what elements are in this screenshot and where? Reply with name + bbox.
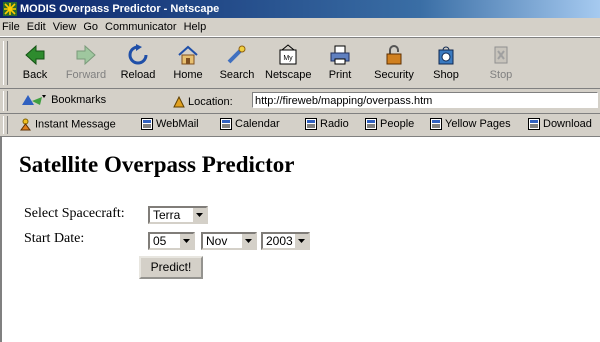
home-button[interactable]: Home bbox=[165, 40, 211, 86]
reload-icon bbox=[128, 44, 148, 65]
location-toolbar: Bookmarks Location: http://fireweb/mappi… bbox=[0, 89, 600, 114]
spacecraft-label: Select Spacecraft: bbox=[24, 206, 125, 221]
personal-toolbar: Instant Message WebMail Calendar Radio P… bbox=[0, 114, 600, 137]
forward-button[interactable]: Forward bbox=[63, 40, 109, 86]
browser-window: MODIS Overpass Predictor - Netscape File… bbox=[0, 0, 600, 342]
page-content: Satellite Overpass Predictor Select Spac… bbox=[0, 137, 600, 342]
year-value: 2003 bbox=[266, 234, 293, 248]
location-page-icon bbox=[173, 95, 185, 108]
spacecraft-select[interactable]: Terra bbox=[148, 206, 208, 224]
day-select[interactable]: 05 bbox=[148, 232, 195, 250]
bookmark-page-icon bbox=[141, 118, 153, 131]
search-icon bbox=[227, 45, 246, 64]
home-label: Home bbox=[173, 69, 203, 81]
menu-file[interactable]: File bbox=[0, 18, 24, 36]
spacecraft-value: Terra bbox=[153, 208, 181, 222]
day-value: 05 bbox=[153, 234, 167, 248]
year-select[interactable]: 2003 bbox=[261, 232, 310, 250]
predict-button[interactable]: Predict! bbox=[139, 256, 203, 279]
window-title: MODIS Overpass Predictor - Netscape bbox=[20, 3, 220, 15]
title-bar: MODIS Overpass Predictor - Netscape bbox=[0, 0, 600, 18]
back-label: Back bbox=[22, 69, 48, 81]
netscape-app-icon bbox=[3, 2, 17, 16]
bookmarks-button[interactable]: Bookmarks bbox=[20, 93, 106, 107]
reload-button[interactable]: Reload bbox=[115, 40, 161, 86]
menu-go[interactable]: Go bbox=[80, 18, 102, 36]
stop-label: Stop bbox=[489, 69, 513, 81]
chevron-down-icon[interactable] bbox=[179, 234, 193, 248]
netscape-icon: My bbox=[279, 44, 297, 65]
webmail-label: WebMail bbox=[156, 118, 199, 130]
webmail-link[interactable]: WebMail bbox=[141, 118, 199, 131]
toolbar-grip[interactable] bbox=[3, 41, 8, 85]
printer-icon bbox=[330, 45, 350, 65]
start-date-label: Start Date: bbox=[24, 231, 85, 246]
yellow-pages-link[interactable]: Yellow Pages bbox=[430, 118, 511, 131]
url-input[interactable]: http://fireweb/mapping/overpass.htm bbox=[252, 92, 598, 108]
forward-label: Forward bbox=[65, 69, 107, 81]
menu-help[interactable]: Help bbox=[181, 18, 211, 36]
bookmark-page-icon bbox=[528, 118, 540, 131]
print-label: Print bbox=[328, 69, 352, 81]
month-value: Nov bbox=[206, 234, 228, 248]
shop-bag-icon bbox=[438, 46, 454, 65]
chevron-down-icon[interactable] bbox=[192, 208, 206, 222]
bookmark-page-icon bbox=[305, 118, 317, 131]
menu-edit[interactable]: Edit bbox=[24, 18, 50, 36]
netscape-button[interactable]: My Netscape bbox=[265, 40, 311, 86]
month-select[interactable]: Nov bbox=[201, 232, 257, 250]
instant-message-label: Instant Message bbox=[35, 118, 116, 131]
bookmark-page-icon bbox=[220, 118, 232, 131]
radio-link[interactable]: Radio bbox=[305, 118, 349, 131]
download-link[interactable]: Download bbox=[528, 118, 592, 131]
calendar-label: Calendar bbox=[235, 118, 280, 130]
netscape-label: Netscape bbox=[265, 69, 312, 81]
menu-bar: File Edit View Go Communicator Help bbox=[0, 18, 600, 37]
bookmarks-icon bbox=[22, 95, 46, 105]
location-label: Location: bbox=[188, 95, 233, 108]
security-button[interactable]: Security bbox=[371, 40, 417, 86]
menu-view[interactable]: View bbox=[50, 18, 81, 36]
location-toolbar-grip[interactable] bbox=[3, 91, 8, 111]
people-label: People bbox=[380, 118, 415, 130]
menu-communicator[interactable]: Communicator bbox=[102, 18, 181, 36]
bookmarks-label: Bookmarks bbox=[51, 93, 107, 106]
stop-button[interactable]: Stop bbox=[478, 40, 524, 86]
shop-label: Shop bbox=[433, 69, 459, 81]
print-button[interactable]: Print bbox=[317, 40, 363, 86]
security-label: Security bbox=[374, 69, 414, 81]
bookmark-page-icon bbox=[365, 118, 377, 131]
location-label-group: Location: bbox=[172, 95, 233, 109]
calendar-link[interactable]: Calendar bbox=[220, 118, 280, 131]
page-title: Satellite Overpass Predictor bbox=[19, 152, 295, 177]
back-arrow-icon bbox=[25, 44, 45, 66]
chevron-down-icon[interactable] bbox=[241, 234, 255, 248]
forward-arrow-icon bbox=[76, 44, 96, 66]
search-button[interactable]: Search bbox=[214, 40, 260, 86]
instant-message-icon bbox=[20, 118, 31, 131]
reload-label: Reload bbox=[120, 69, 156, 81]
bookmark-page-icon bbox=[430, 118, 442, 131]
stop-icon bbox=[494, 46, 508, 64]
padlock-icon bbox=[386, 45, 402, 65]
search-label: Search bbox=[219, 69, 255, 81]
navigation-toolbar: Back Forward Reload Home Search My Netsc… bbox=[0, 37, 600, 89]
instant-message-link[interactable]: Instant Message bbox=[19, 118, 116, 131]
home-icon bbox=[178, 45, 198, 65]
people-link[interactable]: People bbox=[365, 118, 415, 131]
personal-toolbar-grip[interactable] bbox=[3, 116, 8, 134]
back-button[interactable]: Back bbox=[12, 40, 58, 86]
download-label: Download bbox=[543, 118, 592, 130]
chevron-down-icon[interactable] bbox=[294, 234, 308, 248]
yellow-pages-label: Yellow Pages bbox=[445, 118, 511, 130]
svg-text:My: My bbox=[283, 55, 293, 62]
shop-button[interactable]: Shop bbox=[423, 40, 469, 86]
radio-label: Radio bbox=[320, 118, 349, 130]
